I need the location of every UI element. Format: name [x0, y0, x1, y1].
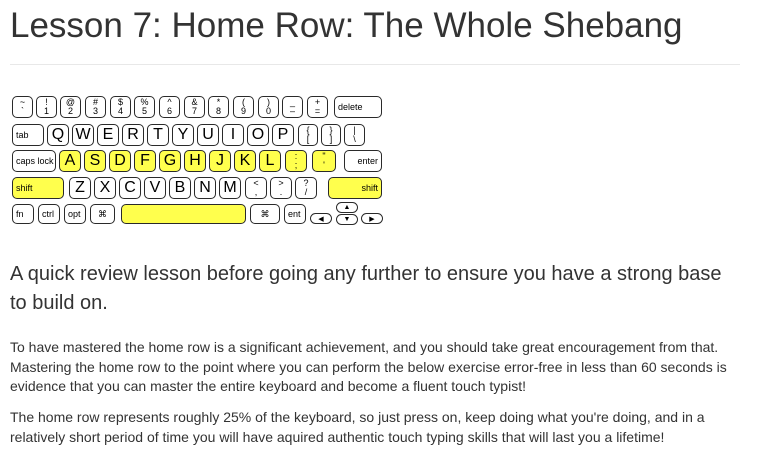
key-1: ! 1: [36, 96, 57, 118]
spacebar-key: [121, 204, 246, 224]
shift-key-left: shift: [12, 177, 64, 199]
key-c: C: [119, 177, 141, 199]
key-symbol: ~ `: [12, 96, 33, 118]
ent-key: ent: [284, 204, 306, 224]
key-base-glyph: \: [353, 134, 356, 144]
key-symbol: :;: [285, 150, 307, 172]
key-y: Y: [172, 124, 194, 146]
key-r: R: [122, 124, 144, 146]
key-base-glyph: ,: [254, 187, 258, 197]
key-base-glyph: [: [306, 134, 310, 144]
fn-key: fn: [12, 204, 34, 224]
key-9: (9: [233, 96, 254, 118]
key-t: T: [147, 124, 169, 146]
key-m: M: [219, 177, 241, 199]
key-g: G: [159, 150, 181, 172]
key-base-glyph: .: [279, 187, 283, 197]
enter-key: enter: [344, 150, 382, 172]
command-key-left: ⌘: [90, 204, 115, 224]
key-symbol: {[: [298, 124, 318, 146]
key-base-glyph: –: [289, 106, 295, 116]
key-symbol: + =: [307, 96, 328, 118]
key-u: U: [197, 124, 219, 146]
key-i: I: [222, 124, 244, 146]
key-base-glyph: ': [323, 160, 325, 170]
key-base-glyph: /: [304, 187, 308, 197]
key-a: A: [59, 150, 81, 172]
arrow-up-key: ▲: [336, 202, 358, 213]
delete-key: delete: [334, 96, 382, 118]
key-s: S: [84, 150, 106, 172]
key-h: H: [184, 150, 206, 172]
key-b: B: [169, 177, 191, 199]
key-o: O: [247, 124, 269, 146]
key-symbol: | \: [344, 124, 365, 146]
key-base-glyph: `: [21, 106, 24, 116]
key-4: $4: [110, 96, 131, 118]
key-symbol: }]: [321, 124, 341, 146]
key-n: N: [194, 177, 216, 199]
key-base-glyph: 2: [67, 106, 73, 116]
key-base-glyph: =: [314, 106, 321, 116]
keyboard-diagram: ~ `! 1 @2 #3 $4% 5 ^ 6 & 7 * 8(9) 0 _ – + = delete tab Q W E R T…: [10, 94, 384, 228]
key-q: Q: [47, 124, 69, 146]
key-base-glyph: 1: [43, 106, 49, 116]
key-z: Z: [69, 177, 91, 199]
key-base-glyph: 5: [141, 106, 147, 116]
intro-paragraph-2: The home row represents roughly 25% of t…: [10, 409, 705, 445]
key-symbol: <,: [245, 177, 267, 199]
key-k: K: [234, 150, 256, 172]
key-f: F: [134, 150, 156, 172]
key-p: P: [272, 124, 294, 146]
key-base-glyph: 6: [166, 106, 172, 116]
key-symbol: ? /: [295, 177, 317, 199]
key-symbol: >.: [270, 177, 292, 199]
key-6: ^ 6: [159, 96, 180, 118]
key-2: @2: [60, 96, 81, 118]
key-symbol: _ –: [282, 96, 303, 118]
tab-key: tab: [12, 124, 44, 146]
key-symbol: " ': [312, 150, 336, 172]
command-key-right: ⌘: [250, 204, 280, 224]
shift-key-right: shift: [328, 177, 382, 199]
key-x: X: [94, 177, 116, 199]
arrow-down-key: ▼: [336, 214, 358, 225]
key-5: % 5: [134, 96, 155, 118]
key-w: W: [72, 124, 94, 146]
key-base-glyph: 4: [117, 106, 123, 116]
arrow-left-key: ◀: [310, 213, 332, 224]
key-base-glyph: 9: [240, 106, 246, 116]
key-base-glyph: ;: [294, 160, 298, 170]
key-8: * 8: [208, 96, 229, 118]
intro-paragraph-1: To have mastered the home row is a signi…: [10, 339, 727, 394]
option-key: opt: [64, 204, 86, 224]
key-j: J: [209, 150, 231, 172]
lesson-title: Lesson 7: Home Row: The Whole Shebang: [10, 6, 683, 45]
key-base-glyph: 3: [92, 106, 98, 116]
key-base-glyph: ]: [329, 134, 333, 144]
key-7: & 7: [184, 96, 205, 118]
ctrl-key: ctrl: [38, 204, 60, 224]
key-e: E: [97, 124, 119, 146]
title-divider: [10, 64, 740, 65]
key-0: ) 0: [258, 96, 279, 118]
key-base-glyph: 8: [215, 106, 221, 116]
arrow-right-key: ▶: [361, 213, 383, 224]
key-d: D: [109, 150, 131, 172]
lesson-subtitle: A quick review lesson before going any f…: [10, 263, 722, 314]
key-3: #3: [85, 96, 106, 118]
key-base-glyph: 0: [265, 106, 271, 116]
key-v: V: [144, 177, 166, 199]
key-base-glyph: 7: [191, 106, 197, 116]
key-l: L: [259, 150, 281, 172]
caps-lock-key: caps lock: [12, 150, 56, 172]
